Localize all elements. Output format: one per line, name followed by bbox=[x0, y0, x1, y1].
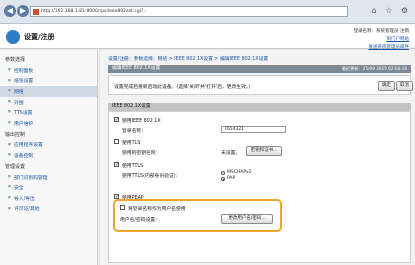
sidebar-item-control-panel[interactable]: 控制面板 bbox=[0, 65, 97, 76]
sidebar-section-mgmt: 管理设置 bbox=[5, 163, 26, 170]
last-update: 最近更新：25/09 2015 02:04:16 bbox=[341, 66, 407, 71]
page-title: 设置/注册 bbox=[24, 33, 55, 41]
use-ieee-label: 使用IEEE 802.1X bbox=[122, 119, 161, 124]
login-name-input[interactable]: 7654321 bbox=[221, 126, 286, 133]
sidebar-item-network[interactable]: 网络 bbox=[0, 86, 97, 97]
sidebar-item-tts[interactable]: TTS设置 bbox=[0, 107, 97, 118]
sidebar-item-user-maint[interactable]: 用户维护 bbox=[0, 118, 97, 129]
use-ieee-checkbox[interactable]: ✓ bbox=[114, 117, 119, 123]
ttls-internal-label: 使用TTLS(内部身份验证)： bbox=[122, 174, 181, 179]
restart-note: 设置完成后重新启动此设备。(选择'关闭'并'打开'后，更改生效。) bbox=[114, 85, 251, 90]
url-text: http://192.168.1.81:8000/rps/leee802set.… bbox=[41, 9, 148, 14]
change-user-pass-button[interactable]: 更改用户名/密码... bbox=[221, 214, 273, 224]
key-name-value: 未设置。 bbox=[221, 151, 241, 156]
ok-button[interactable]: 确定 bbox=[378, 81, 395, 91]
brand-logo-icon bbox=[6, 30, 20, 44]
radio-mschapv2[interactable] bbox=[221, 171, 225, 175]
sidebar-item-import-export[interactable]: 导入/导出 bbox=[0, 193, 97, 204]
key-cert-button[interactable]: 密钥和证书... bbox=[246, 146, 282, 156]
sidebar-item-paper[interactable]: 纸张设置 bbox=[0, 76, 97, 87]
same-as-login-label: 将登录名称作为用户名使用 bbox=[128, 207, 186, 212]
back-icon[interactable]: ◀ bbox=[4, 5, 16, 17]
user-pass-label: 用户名/密码设置： bbox=[120, 218, 160, 223]
portal-link[interactable]: 到门户网站 bbox=[354, 36, 410, 44]
sidebar-item-device-control[interactable]: 设备控制 bbox=[0, 150, 97, 161]
radio-pap[interactable] bbox=[221, 177, 225, 181]
login-info-link[interactable]: 登录名称：系统管理员 注销 bbox=[354, 28, 409, 36]
address-bar[interactable]: http://192.168.1.81:8000/rps/leee802set.… bbox=[30, 6, 348, 17]
sidebar-item-app-settings[interactable]: 应用程序设置 bbox=[0, 140, 97, 151]
sidebar-section-pref: 参数选择 bbox=[5, 57, 26, 63]
edit-title: 编辑IEEE 802.1X设置 bbox=[112, 66, 161, 71]
radio-pap-label: PAP bbox=[227, 176, 236, 181]
sidebar: 参数选择 控制面板 纸张设置 网络 外围 TTS设置 用户维护 输出控制 应用程… bbox=[0, 50, 98, 265]
notice-box: 设置完成后重新启动此设备。(选择'关闭'并'打开'后，更改生效。) 确定 取消 bbox=[108, 75, 413, 95]
radio-mschapv2-label: MSCHAPv2 bbox=[227, 170, 252, 175]
login-name-label: 登录名称： bbox=[122, 129, 146, 134]
use-tls-checkbox[interactable] bbox=[114, 139, 119, 144]
app-header: 设置/注册 登录名称：系统管理员 注销 到门户网站 发送系统管理员邮件 bbox=[0, 24, 415, 52]
use-ttls-label: 使用TTLS bbox=[122, 164, 144, 169]
use-ttls-checkbox[interactable]: ✓ bbox=[114, 162, 119, 168]
sidebar-item-security[interactable]: 安全 bbox=[0, 182, 97, 193]
key-name-label: 使用的密钥名称： bbox=[122, 151, 161, 156]
sidebar-item-external[interactable]: 外围 bbox=[0, 97, 97, 108]
use-tls-label: 使用TLS bbox=[122, 141, 141, 146]
site-icon bbox=[33, 9, 39, 15]
ieee-section-title: IEEE 802.1X设置 bbox=[108, 103, 411, 111]
settings-panel: ✓ 使用IEEE 802.1X 登录名称： 7654321 使用TLS 使用的密… bbox=[108, 111, 411, 263]
cancel-button[interactable]: 取消 bbox=[396, 81, 413, 91]
main-content: 设置/注册：参数选择：网络 > IEEE 802.1X设置 > 编辑IEEE 8… bbox=[100, 50, 415, 265]
browser-tool-icons[interactable]: ⌂ ☆ ⚙ bbox=[371, 6, 411, 15]
browser-toolbar: ◀ ▶ http://192.168.1.81:8000/rps/leee802… bbox=[0, 0, 415, 24]
section-header-bar: 编辑IEEE 802.1X设置 最近更新：25/09 2015 02:04:16 bbox=[108, 65, 411, 73]
sidebar-section-output: 输出控制 bbox=[5, 131, 26, 138]
breadcrumb[interactable]: 设置/注册：参数选择：网络 > IEEE 802.1X设置 > 编辑IEEE 8… bbox=[108, 55, 268, 62]
sidebar-item-dept-id[interactable]: 部门识别码管理 bbox=[0, 172, 97, 183]
same-as-login-checkbox[interactable] bbox=[120, 205, 125, 210]
sidebar-item-license[interactable]: 许可证/其他 bbox=[0, 204, 97, 215]
header-links: 登录名称：系统管理员 注销 到门户网站 发送系统管理员邮件 bbox=[354, 28, 409, 52]
forward-icon[interactable]: ▶ bbox=[17, 5, 29, 17]
